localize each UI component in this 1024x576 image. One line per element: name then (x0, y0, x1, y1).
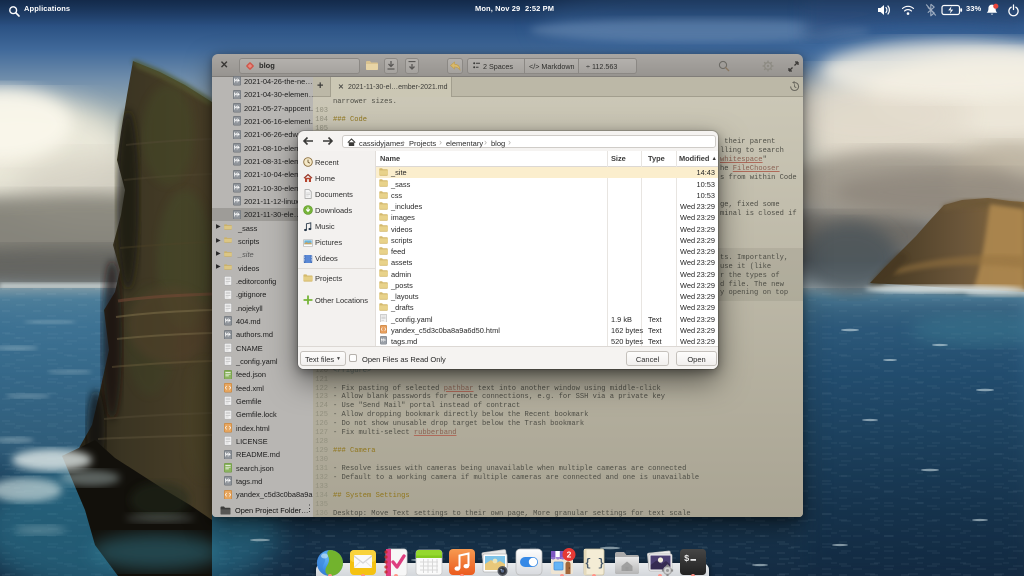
svg-text:2: 2 (567, 549, 572, 559)
svg-text:{ }: { } (585, 558, 605, 570)
svg-text:$: $ (684, 554, 690, 564)
